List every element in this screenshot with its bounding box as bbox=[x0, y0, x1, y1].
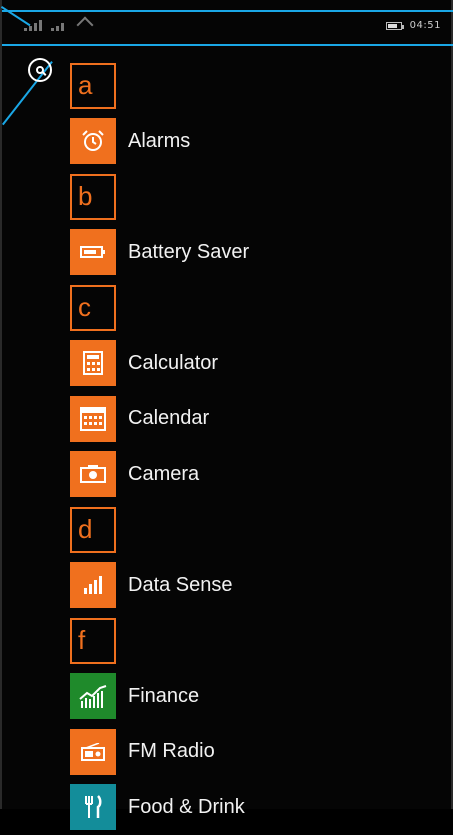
app-item-battery-saver[interactable]: Battery Saver bbox=[70, 225, 430, 281]
stock-chart-icon bbox=[78, 683, 108, 709]
camera-icon bbox=[80, 465, 106, 483]
group-header-f[interactable]: f bbox=[70, 613, 430, 669]
camera-tile[interactable] bbox=[70, 451, 116, 497]
calculator-tile[interactable] bbox=[70, 340, 116, 386]
battery-saver-label: Battery Saver bbox=[128, 241, 249, 264]
wifi-icon bbox=[77, 17, 94, 34]
food-drink-label: Food & Drink bbox=[128, 796, 245, 819]
app-item-camera[interactable]: Camera bbox=[70, 447, 430, 503]
alarm-clock-icon bbox=[80, 128, 106, 154]
jump-letter-c[interactable]: c bbox=[70, 285, 116, 331]
battery-icon bbox=[80, 245, 106, 259]
app-item-calculator[interactable]: Calculator bbox=[70, 336, 430, 392]
app-item-food-drink[interactable]: Food & Drink bbox=[70, 780, 430, 835]
battery-status-icon bbox=[386, 22, 402, 30]
finance-label: Finance bbox=[128, 685, 199, 708]
app-item-calendar[interactable]: Calendar bbox=[70, 391, 430, 447]
app-list[interactable]: a Alarms b Battery bbox=[70, 58, 430, 835]
radio-icon bbox=[81, 743, 105, 761]
data-sense-label: Data Sense bbox=[128, 574, 233, 597]
group-header-c[interactable]: c bbox=[70, 280, 430, 336]
search-button[interactable] bbox=[28, 58, 52, 82]
signal-bars-icon bbox=[83, 576, 103, 594]
alarms-label: Alarms bbox=[128, 130, 190, 153]
status-icons-left bbox=[24, 19, 91, 31]
second-signal-icon bbox=[51, 19, 64, 31]
camera-label: Camera bbox=[128, 463, 199, 486]
fm-radio-tile[interactable] bbox=[70, 729, 116, 775]
group-header-a[interactable]: a bbox=[70, 58, 430, 114]
food-drink-tile[interactable] bbox=[70, 784, 116, 830]
group-header-b[interactable]: b bbox=[70, 169, 430, 225]
battery-saver-tile[interactable] bbox=[70, 229, 116, 275]
status-bar: 04:51 bbox=[2, 10, 453, 46]
jump-letter-b[interactable]: b bbox=[70, 174, 116, 220]
app-item-finance[interactable]: Finance bbox=[70, 669, 430, 725]
phone-screen: 04:51 a Alarms b bbox=[0, 0, 453, 809]
calendar-tile[interactable] bbox=[70, 396, 116, 442]
app-item-fm-radio[interactable]: FM Radio bbox=[70, 724, 430, 780]
jump-letter-d[interactable]: d bbox=[70, 507, 116, 553]
search-icon bbox=[36, 66, 44, 74]
app-item-data-sense[interactable]: Data Sense bbox=[70, 558, 430, 614]
jump-letter-a[interactable]: a bbox=[70, 63, 116, 109]
alarms-tile[interactable] bbox=[70, 118, 116, 164]
fork-knife-icon bbox=[83, 795, 103, 819]
group-header-d[interactable]: d bbox=[70, 502, 430, 558]
calendar-icon bbox=[80, 407, 106, 431]
app-item-alarms[interactable]: Alarms bbox=[70, 114, 430, 170]
fm-radio-label: FM Radio bbox=[128, 740, 215, 763]
calculator-icon bbox=[83, 351, 103, 375]
clock-time: 04:51 bbox=[410, 20, 441, 31]
status-icons-right: 04:51 bbox=[386, 20, 441, 31]
calendar-label: Calendar bbox=[128, 407, 209, 430]
data-sense-tile[interactable] bbox=[70, 562, 116, 608]
finance-tile[interactable] bbox=[70, 673, 116, 719]
jump-letter-f[interactable]: f bbox=[70, 618, 116, 664]
calculator-label: Calculator bbox=[128, 352, 218, 375]
